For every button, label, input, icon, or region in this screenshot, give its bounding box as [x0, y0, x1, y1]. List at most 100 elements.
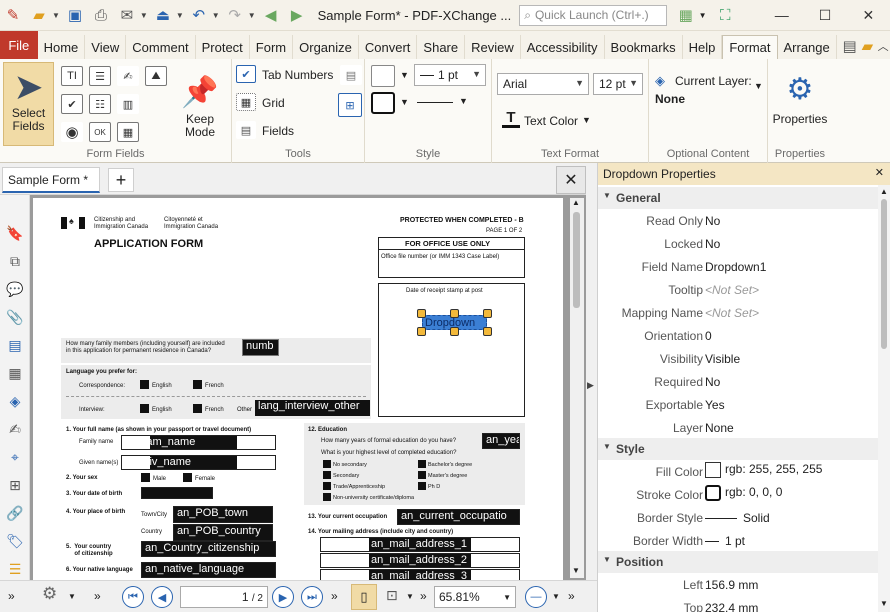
barcode-icon[interactable]: ▥	[117, 94, 139, 114]
family-count-field[interactable]: numb	[242, 339, 279, 356]
email-icon[interactable]: ✉	[116, 4, 138, 26]
single-page-icon[interactable]: ▯	[351, 584, 377, 610]
chevron-down-icon[interactable]: ▼	[212, 11, 220, 20]
form-grid-icon[interactable]: ▤	[340, 65, 362, 85]
text-color-button[interactable]: T Text Color ▼	[498, 110, 598, 132]
resize-handle[interactable]	[483, 309, 492, 318]
resize-handle[interactable]	[417, 309, 426, 318]
tab-numbers-icon[interactable]: ✔	[236, 65, 256, 83]
resize-handle[interactable]	[417, 327, 426, 336]
new-tab-button[interactable]: +	[108, 168, 134, 192]
tab-form[interactable]: Form	[250, 35, 294, 59]
next-page-button[interactable]: ▶	[272, 586, 294, 608]
chevron-down-icon[interactable]: ▼	[699, 11, 707, 20]
style-section-header[interactable]: ▼ Style	[598, 438, 878, 460]
fit-page-icon[interactable]: ⊡	[386, 587, 398, 604]
property-row[interactable]: Left 156.9 mm	[598, 573, 878, 596]
document-tab[interactable]: Sample Form *	[2, 167, 100, 193]
minimize-button[interactable]: —	[760, 0, 803, 31]
scrollbar-thumb[interactable]	[881, 199, 887, 349]
destinations-icon[interactable]: ⌖	[5, 447, 25, 467]
collapse-ribbon-icon[interactable]: ︿	[876, 33, 890, 59]
pages-icon[interactable]: ⧉	[5, 251, 25, 271]
double-chevron-icon[interactable]: »	[8, 589, 15, 603]
ribbon-options-icon[interactable]: ▤	[841, 33, 859, 59]
line-width-combo[interactable]: 1 pt ▼	[414, 64, 486, 86]
date-field[interactable]	[141, 487, 213, 499]
fullscreen-icon[interactable]: ⛶	[712, 7, 738, 24]
stroke-color-swatch[interactable]	[371, 92, 395, 114]
education-years-field[interactable]: an_yea	[482, 433, 520, 449]
double-chevron-icon[interactable]: »	[420, 589, 427, 603]
double-chevron-icon[interactable]: »	[94, 589, 101, 603]
tab-share[interactable]: Share	[417, 35, 466, 59]
property-row[interactable]: Border Width 1 pt	[598, 529, 878, 552]
checkbox[interactable]	[323, 482, 331, 490]
properties-scrollbar[interactable]: ▲ ▼	[878, 185, 890, 612]
signature-field-icon[interactable]: ✍	[117, 66, 139, 86]
given-name-field[interactable]: an_giv_name	[121, 455, 276, 470]
align-grid-icon[interactable]: ⊞	[338, 93, 362, 117]
quick-launch-search[interactable]: ⌕ Quick Launch (Ctrl+.)	[519, 4, 667, 26]
page-number-input[interactable]: 1 / 2	[180, 586, 268, 608]
chevron-down-icon[interactable]: ▼	[552, 592, 560, 601]
scan-icon[interactable]: ⏏	[152, 4, 174, 26]
tab-organize[interactable]: Organize	[293, 35, 359, 59]
property-row[interactable]: Border Style Solid	[598, 506, 878, 529]
scroll-down-icon[interactable]: ▼	[572, 566, 580, 575]
grid-icon[interactable]: ▦	[236, 93, 256, 111]
border-style-combo[interactable]: ▼	[417, 95, 481, 111]
customize-icon[interactable]: ▦	[673, 6, 699, 24]
chevron-down-icon[interactable]: ▼	[140, 11, 148, 20]
push-button-icon[interactable]: OK	[89, 122, 111, 142]
position-section-header[interactable]: ▼ Position	[598, 551, 878, 573]
fill-color-swatch[interactable]	[371, 65, 395, 87]
document-vertical-scrollbar[interactable]: ▲ ▼	[570, 198, 584, 578]
fields-label[interactable]: Fields	[262, 124, 294, 138]
combo-box-icon[interactable]: ☷	[89, 94, 111, 114]
scroll-up-icon[interactable]: ▲	[572, 198, 580, 207]
checkbox[interactable]	[193, 404, 202, 413]
tab-protect[interactable]: Protect	[196, 35, 250, 59]
scroll-down-icon[interactable]: ▼	[880, 599, 888, 608]
checkbox[interactable]	[193, 380, 202, 389]
property-row[interactable]: Exportable Yes	[598, 393, 878, 416]
image-field-icon[interactable]: ⛰	[145, 66, 167, 86]
attachments-icon[interactable]: 📎	[5, 307, 25, 327]
double-chevron-icon[interactable]: »	[568, 589, 575, 603]
maximize-button[interactable]: ☐	[803, 0, 846, 31]
resize-handle[interactable]	[450, 309, 459, 318]
resize-handle[interactable]	[450, 327, 459, 336]
tab-review[interactable]: Review	[465, 35, 521, 59]
property-row[interactable]: Top 232.4 mm	[598, 596, 878, 612]
layers-icon[interactable]: ◈	[5, 391, 25, 411]
keep-mode-button[interactable]: 📌 Keep Mode	[176, 73, 224, 139]
back-icon[interactable]: ◀	[260, 4, 282, 26]
tab-arrange[interactable]: Arrange	[778, 35, 837, 59]
grid-label[interactable]: Grid	[262, 96, 285, 110]
property-row[interactable]: Fill Color rgb: 255, 255, 255	[598, 460, 878, 483]
forward-icon[interactable]: ▶	[286, 4, 308, 26]
property-row[interactable]: Tooltip <Not Set>	[598, 278, 878, 301]
chevron-down-icon[interactable]: ▼	[754, 81, 763, 91]
close-icon[interactable]: ✕	[875, 166, 884, 179]
property-row[interactable]: Layer None	[598, 416, 878, 439]
tab-format[interactable]: Format	[722, 35, 778, 59]
occupation-field[interactable]: an_current_occupatio	[397, 509, 520, 525]
checkbox[interactable]	[323, 460, 331, 468]
family-name-field[interactable]: an_fam_name	[121, 435, 276, 450]
zoom-out-button[interactable]: —	[525, 586, 547, 608]
property-row[interactable]: Mapping Name <Not Set>	[598, 301, 878, 324]
property-row[interactable]: Read Only No	[598, 209, 878, 232]
property-row[interactable]: Field Name Dropdown1	[598, 255, 878, 278]
select-fields-button[interactable]: ➤ Select Fields	[3, 62, 54, 146]
checkbox[interactable]	[418, 460, 426, 468]
pob-country-field[interactable]: an_POB_country	[173, 524, 273, 541]
open-folder-icon[interactable]: ▰	[28, 4, 50, 26]
bookmarks-icon[interactable]: 🔖	[5, 223, 25, 243]
tab-accessibility[interactable]: Accessibility	[521, 35, 605, 59]
last-page-button[interactable]: ⏭	[301, 586, 323, 608]
chevron-down-icon[interactable]: ▼	[400, 97, 409, 107]
font-size-combo[interactable]: 12 pt ▼	[593, 73, 643, 95]
print-icon[interactable]: ⎙	[90, 4, 112, 26]
